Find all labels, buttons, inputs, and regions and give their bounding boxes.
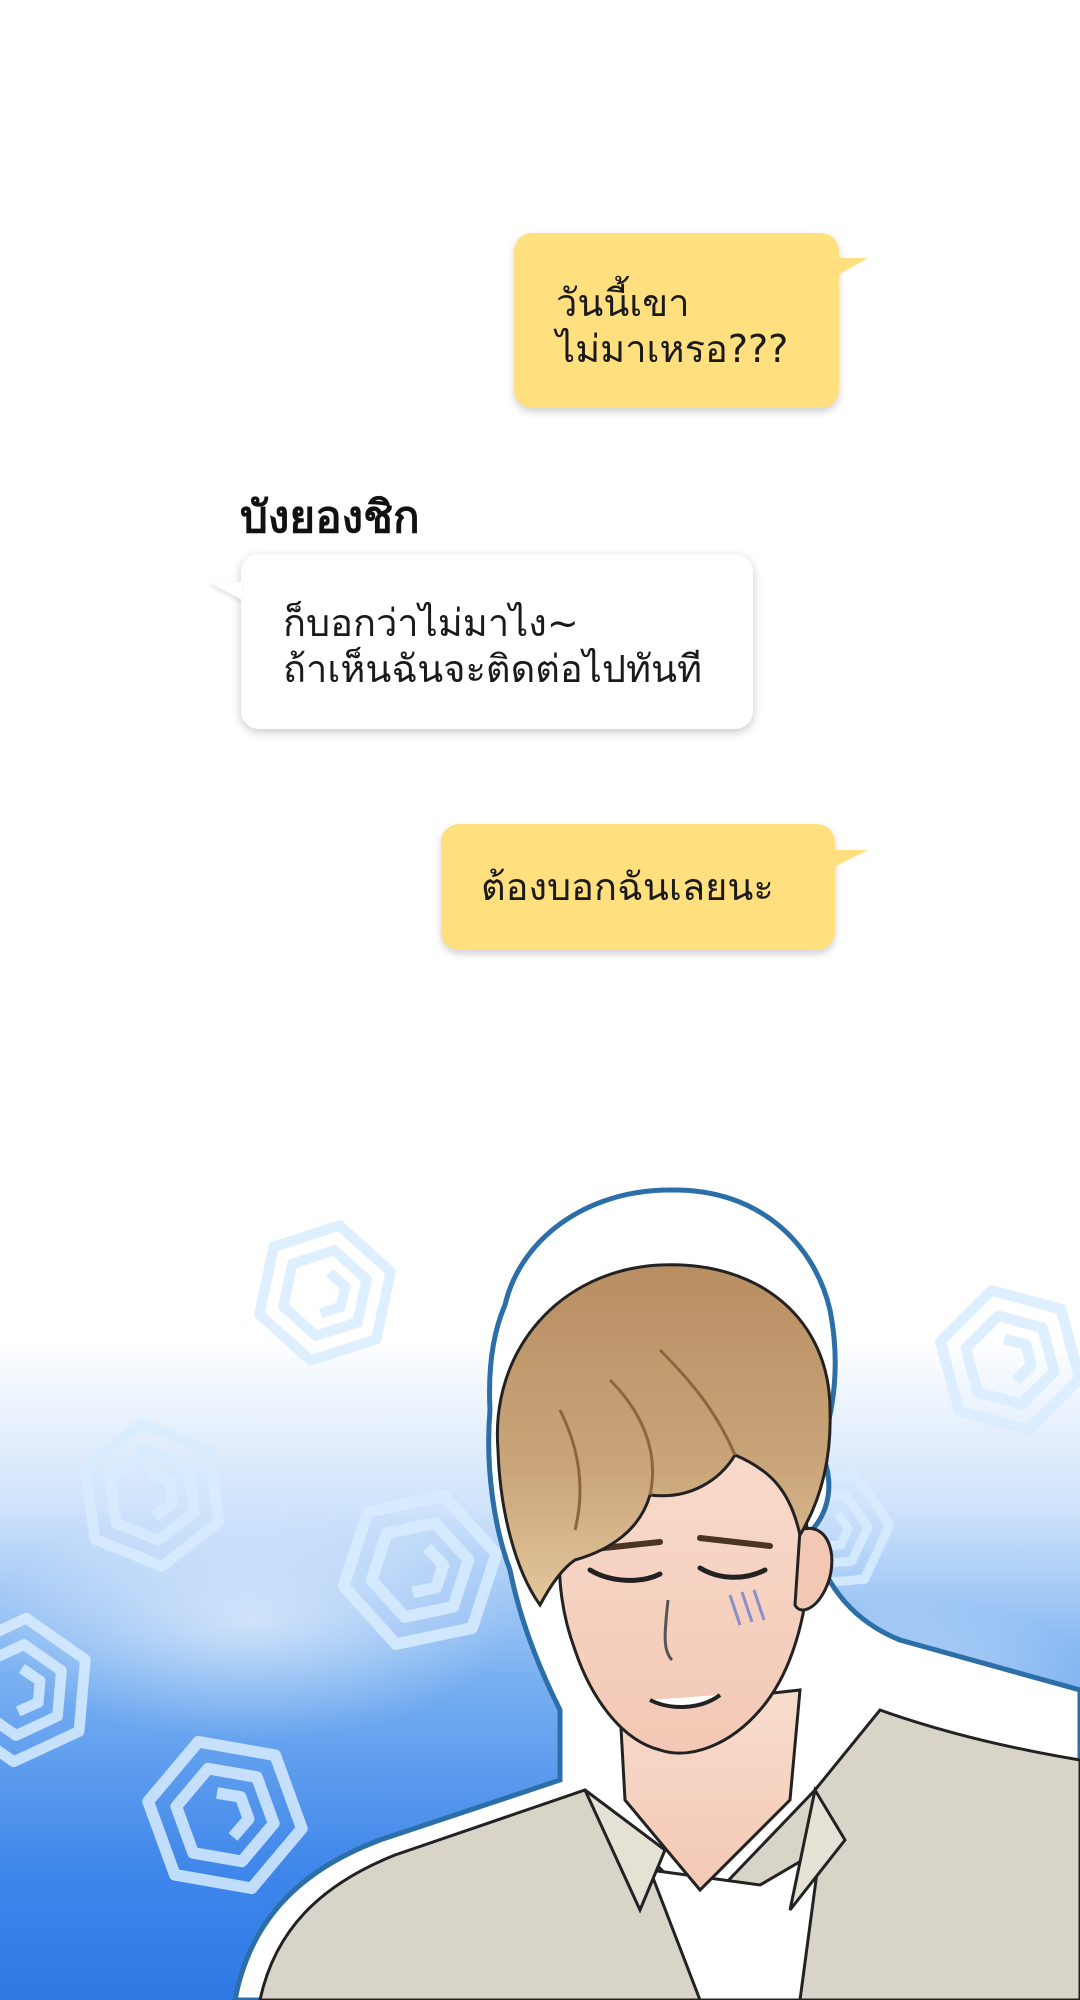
chat-bubble-outgoing: วันนี้เขา ไม่มาเหรอ??? bbox=[514, 233, 839, 408]
character-illustration bbox=[0, 1150, 1080, 2000]
message-line: ไม่มาเหรอ??? bbox=[556, 327, 789, 371]
chat-bubble-outgoing: ต้องบอกฉันเลยนะ bbox=[441, 824, 835, 950]
chat-bubble-incoming: ก็บอกว่าไม่มาไง~ ถ้าเห็นฉันจะติดต่อไปทัน… bbox=[241, 554, 753, 729]
message-line: ต้องบอกฉันเลยนะ bbox=[481, 865, 774, 909]
message-line: ก็บอกว่าไม่มาไง~ bbox=[283, 601, 579, 645]
bubble-tail bbox=[836, 258, 868, 276]
message-line: วันนี้เขา bbox=[556, 281, 690, 325]
bubble-tail bbox=[832, 850, 868, 868]
message-line: ถ้าเห็นฉันจะติดต่อไปทันที bbox=[283, 647, 703, 691]
webtoon-panel: วันนี้เขา ไม่มาเหรอ??? บังยองชิก ก็บอกว่… bbox=[0, 0, 1080, 2000]
bubble-tail bbox=[208, 582, 242, 600]
speaker-name: บังยองชิก bbox=[240, 492, 420, 543]
